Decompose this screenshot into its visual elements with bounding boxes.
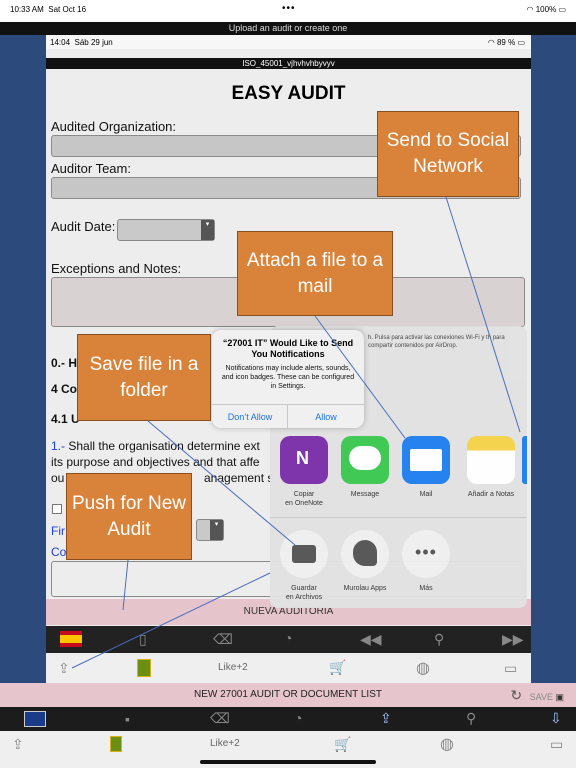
- comment-link[interactable]: Co: [51, 544, 66, 560]
- more-action[interactable]: ••• Más: [400, 530, 452, 593]
- audited-org-label: Audited Organization:: [51, 119, 177, 134]
- like-button[interactable]: Like+2: [210, 738, 240, 749]
- chevron-down-icon: ▾: [210, 520, 223, 540]
- download-icon[interactable]: ⇩: [550, 710, 562, 727]
- callout-push-for-new-audit: Push for New Audit: [66, 473, 192, 560]
- mail-icon: [402, 436, 450, 484]
- section-4-1-heading: 4.1 U: [51, 412, 80, 426]
- document-title-bar: ISO_45001_vjhvhvhbyvyv: [46, 58, 531, 69]
- murolau-leaf-icon: [341, 530, 389, 578]
- callout-send-to-social-network: Send to Social Network: [377, 111, 519, 197]
- save-control[interactable]: ↻ SAVE ▣: [510, 683, 564, 709]
- search-icon[interactable]: ⚲: [434, 631, 444, 648]
- fast-forward-icon[interactable]: ▶▶: [502, 631, 524, 648]
- chevron-down-icon: ▾: [201, 220, 214, 240]
- new-audit-bar[interactable]: NEW 27001 AUDIT OR DOCUMENT LIST ↻ SAVE …: [0, 683, 576, 707]
- allow-button[interactable]: Allow: [288, 405, 364, 429]
- message-icon: [341, 436, 389, 484]
- globe-icon[interactable]: ◍: [440, 734, 454, 754]
- wifi-icon: ◠: [526, 5, 534, 14]
- globe-icon[interactable]: ◍: [416, 658, 430, 678]
- rewind-icon[interactable]: ◀◀: [360, 631, 382, 648]
- notification-alert: “27001 IT” Would Like to Send You Notifi…: [212, 330, 364, 429]
- refresh-icon[interactable]: ↻: [510, 687, 522, 703]
- share-divider: [270, 517, 527, 518]
- question-1-fragment: anagement s: [204, 471, 274, 485]
- share-onenote[interactable]: N Copiar en OneNote: [278, 436, 330, 508]
- device-status-bar: 10:33 AM Sat Oct 16 ••• ◠ 100% ▭: [0, 0, 576, 22]
- airdrop-info-text: h. Pulsa para activar las conexiones Wi-…: [368, 335, 505, 349]
- auditor-team-label: Auditor Team:: [51, 161, 131, 176]
- onenote-icon: N: [280, 436, 328, 484]
- audit-date-label: Audit Date:: [51, 219, 116, 234]
- top-banner: Upload an audit or create one: [0, 22, 576, 35]
- app-logo-icon[interactable]: [110, 736, 122, 752]
- outer-toolbar-dark: ▪ ⌫ ◔ ⇪ ⚲ ⇩: [0, 707, 576, 731]
- chart-icon[interactable]: ◔: [294, 710, 302, 726]
- battery-level: 100%: [535, 5, 557, 14]
- status-time: 10:33 AM Sat Oct 16: [10, 5, 87, 14]
- uk-flag-icon[interactable]: [24, 711, 46, 727]
- share-notes[interactable]: Añadir a Notas: [460, 436, 522, 499]
- callout-save-file-in-folder: Save file in a folder: [77, 334, 211, 421]
- book-icon[interactable]: ▯: [139, 631, 147, 648]
- save-to-files-action[interactable]: Guardar en Archivos: [278, 530, 330, 602]
- murolau-apps-action[interactable]: Murolau Apps: [339, 530, 391, 593]
- save-button[interactable]: SAVE: [530, 692, 553, 702]
- callout-attach-file-to-mail: Attach a file to a mail: [237, 231, 393, 316]
- more-dots-icon: •••: [402, 530, 450, 578]
- inbox-icon[interactable]: ▪: [125, 711, 130, 727]
- multitasking-dots-icon[interactable]: •••: [282, 3, 296, 14]
- status-right: ◠ 100% ▭: [527, 5, 566, 14]
- spain-flag-icon[interactable]: [60, 631, 82, 647]
- next-app-icon[interactable]: [522, 436, 527, 484]
- app-logo-icon[interactable]: [137, 659, 151, 677]
- section-4-heading: 4 Co: [51, 382, 78, 396]
- share-icon[interactable]: ⇪: [58, 660, 70, 677]
- cart-icon[interactable]: 🛒: [334, 736, 351, 753]
- dont-allow-button[interactable]: Don’t Allow: [212, 405, 288, 429]
- folder-icon[interactable]: ▭: [504, 660, 517, 677]
- upload-icon[interactable]: ⇪: [380, 710, 392, 727]
- finding-select[interactable]: ▾: [196, 519, 224, 541]
- cart-icon[interactable]: 🛒: [329, 659, 346, 676]
- finding-link[interactable]: Fir: [51, 523, 65, 539]
- share-icon[interactable]: ⇪: [12, 736, 24, 753]
- alert-message: Notifications may include alerts, sounds…: [221, 365, 355, 390]
- inner-toolbar-light: ⇪ Like+2 🛒 ◍ ▭: [46, 654, 531, 683]
- folder-icon[interactable]: ▭: [550, 736, 563, 753]
- share-message[interactable]: Message: [339, 436, 391, 499]
- chart-icon[interactable]: ◔: [284, 630, 292, 646]
- audit-date-select[interactable]: ▾: [117, 219, 215, 241]
- share-mail[interactable]: Mail: [400, 436, 452, 499]
- app-title: EASY AUDIT: [231, 83, 346, 104]
- new-audit-title: NEW 27001 AUDIT OR DOCUMENT LIST: [193, 689, 382, 700]
- battery-icon: ▭: [517, 38, 525, 47]
- trash-icon[interactable]: ⌫: [213, 631, 233, 648]
- exceptions-label: Exceptions and Notes:: [51, 261, 182, 276]
- question-checkbox[interactable]: [52, 504, 62, 514]
- section-0-heading: 0.- H: [51, 356, 78, 370]
- notes-icon: [467, 436, 515, 484]
- wifi-icon: ◠: [487, 38, 495, 47]
- search-icon[interactable]: ⚲: [466, 710, 476, 727]
- alert-buttons: Don’t Allow Allow: [212, 404, 364, 429]
- trash-icon[interactable]: ⌫: [210, 710, 230, 727]
- inner-status-bar: 14:04 Sáb 29 jun ◠ 89 % ▭: [46, 35, 531, 49]
- like-button[interactable]: Like+2: [218, 662, 248, 673]
- alert-title: “27001 IT” Would Like to Send You Notifi…: [222, 338, 354, 359]
- floppy-disk-icon[interactable]: ▣: [555, 692, 564, 702]
- folder-icon: [280, 530, 328, 578]
- home-indicator: [200, 760, 376, 764]
- battery-icon: ▭: [558, 5, 566, 14]
- inner-toolbar-dark: ▯ ⌫ ◔ ◀◀ ⚲ ▶▶: [46, 626, 531, 653]
